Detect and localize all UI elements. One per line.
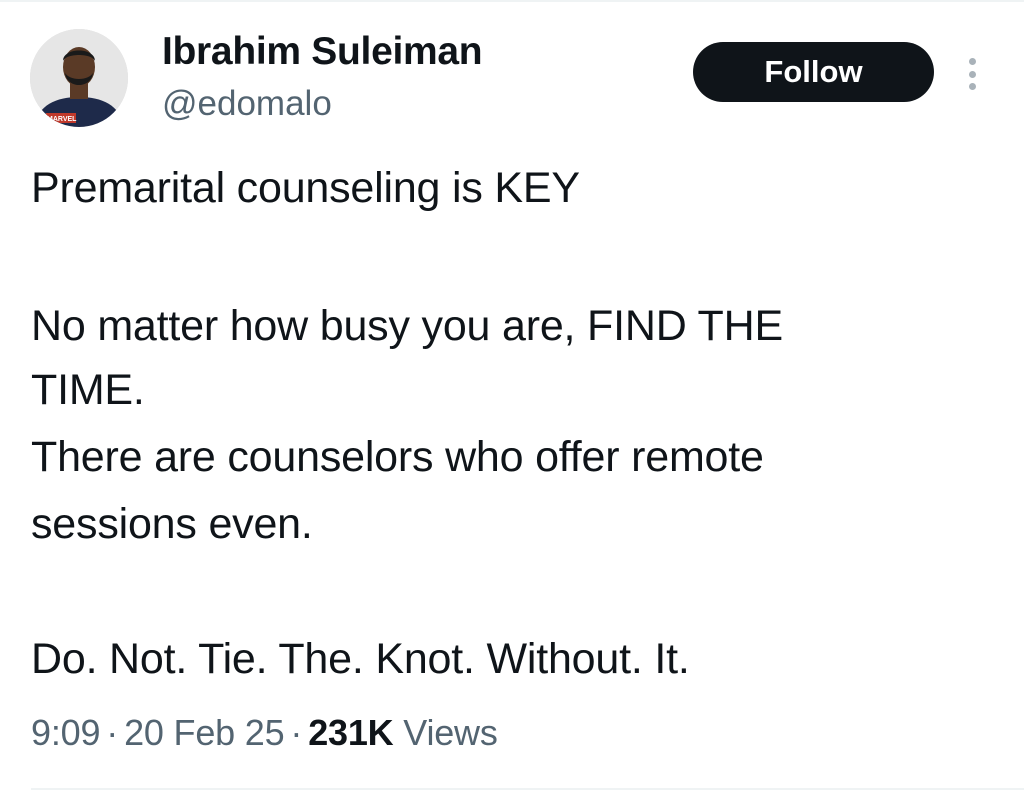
tweet-time[interactable]: 9:09 [31, 712, 100, 753]
author-handle[interactable]: @edomalo [162, 84, 332, 124]
views-label: Views [403, 712, 498, 753]
tweet-text-line: Premarital counseling is KEY [31, 164, 580, 212]
author-name[interactable]: Ibrahim Suleiman [162, 30, 483, 74]
tweet-date[interactable]: 20 Feb 25 [124, 712, 285, 753]
tweet-text-line: There are counselors who offer remote [31, 433, 764, 481]
tweet-text-line: TIME. [31, 366, 145, 414]
avatar-shirt-text: MARVEL [47, 116, 77, 123]
meta-separator: · [106, 712, 119, 753]
top-divider [0, 0, 1024, 2]
views-count: 231K [308, 712, 394, 753]
tweet-text-line: sessions even. [31, 500, 313, 548]
more-dot-bottom [968, 83, 976, 90]
tweet-text-line: No matter how busy you are, FIND THE [31, 302, 783, 350]
avatar[interactable]: MARVEL [30, 29, 128, 127]
tweet-meta: 9:09 · 20 Feb 25 · 231K Views [31, 712, 498, 754]
more-dot-top [968, 58, 976, 65]
follow-button[interactable]: Follow [693, 42, 934, 102]
tweet-text-line: Do. Not. Tie. The. Knot. Without. It. [31, 635, 690, 683]
more-dot-middle [968, 70, 976, 78]
more-vertical-icon[interactable] [960, 54, 984, 94]
bottom-divider [31, 788, 1024, 790]
meta-separator: · [290, 712, 303, 753]
